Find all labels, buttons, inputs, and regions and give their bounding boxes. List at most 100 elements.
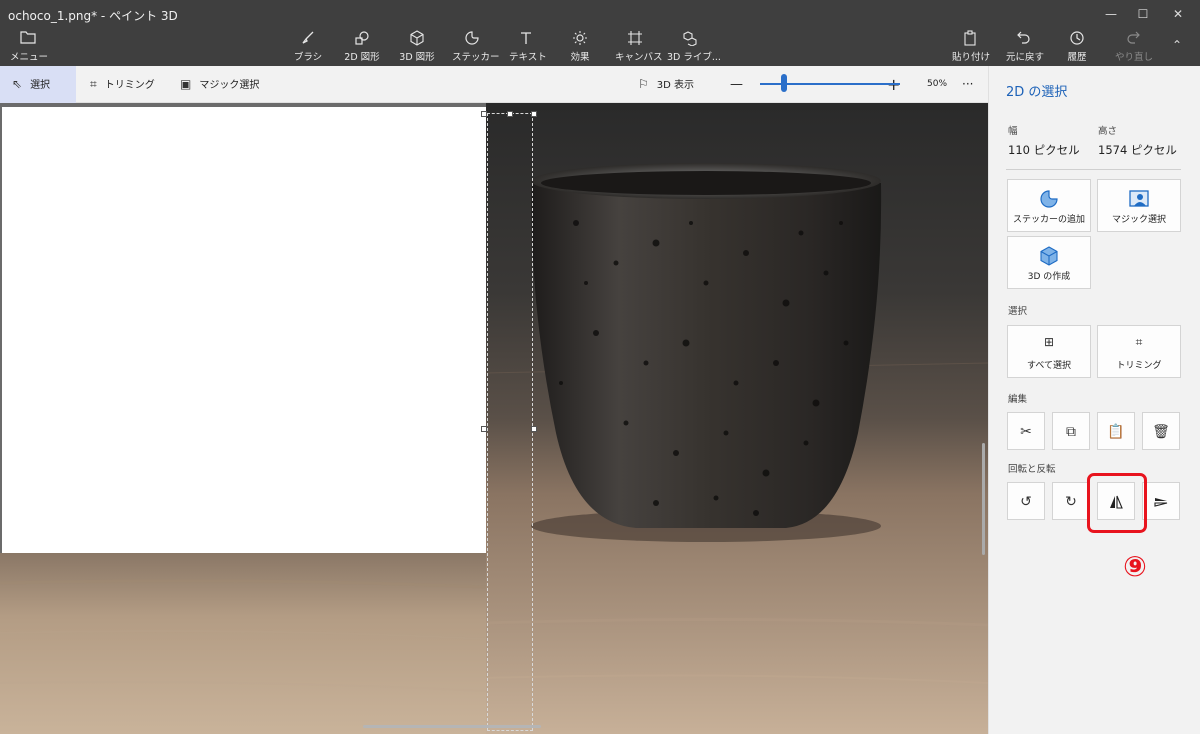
paste-icon [952, 30, 988, 48]
shapes-3d-label: 3D 図形 [399, 52, 435, 63]
redo-button[interactable]: やり直し [1115, 30, 1154, 64]
panel-title: 2D の選択 [1006, 85, 1068, 100]
redo-icon [1115, 30, 1151, 48]
effects-label: 効果 [570, 52, 590, 63]
scissors-icon: ✂ [1020, 424, 1032, 440]
properties-panel: 2D の選択 幅 110 ピクセル 高さ 1574 ピクセル ステッカーの追加 … [988, 66, 1200, 734]
window-title: ochoco_1.png* - ペイント 3D [8, 9, 178, 23]
minimize-button[interactable]: — [1096, 4, 1126, 24]
selection-handle-left[interactable] [481, 426, 487, 432]
magic-select-button[interactable]: マジック選択 [1097, 179, 1181, 232]
brush-tool[interactable]: ブラシ [293, 30, 323, 64]
zoom-out-button[interactable]: — [730, 66, 743, 103]
close-button[interactable]: ✕ [1163, 4, 1193, 24]
select-tool-button[interactable]: ⇖ 選択 [0, 66, 76, 103]
menu-button[interactable]: メニュー [10, 30, 48, 64]
table-surface-left [0, 553, 486, 734]
trash-icon: 🗑 [1152, 424, 1170, 440]
brush-icon [293, 30, 323, 48]
canvas-area[interactable] [0, 103, 988, 734]
select-label: 選択 [30, 80, 51, 91]
rotate-left-icon: ↺ [1020, 494, 1032, 510]
view-3d-label: 3D 表示 [656, 80, 695, 91]
selection-handle-right[interactable] [531, 426, 537, 432]
flip-vertical-button[interactable] [1142, 482, 1180, 520]
selection-rectangle[interactable] [487, 113, 533, 731]
magic-select-label: マジック選択 [199, 80, 260, 91]
crop-label: トリミング [104, 80, 155, 91]
magic-select-tool-button[interactable]: ▣ マジック選択 [180, 66, 259, 103]
selection-handle-top-left[interactable] [481, 111, 487, 117]
selection-handle-top-right[interactable] [531, 111, 537, 117]
make-3d-label: 3D の作成 [1027, 272, 1071, 282]
rotate-right-icon: ↻ [1065, 494, 1077, 510]
magic-select-label: マジック選択 [1111, 215, 1166, 225]
undo-button[interactable]: 元に戻す [1006, 30, 1045, 64]
shapes-2d-tool[interactable]: 2D 図形 [343, 30, 381, 64]
shapes-3d-tool[interactable]: 3D 図形 [398, 30, 436, 64]
shapes-2d-label: 2D 図形 [344, 52, 380, 63]
undo-label: 元に戻す [1006, 52, 1045, 63]
text-icon [509, 30, 543, 48]
paste-label: 貼り付け [952, 52, 991, 63]
zoom-slider-thumb[interactable] [780, 74, 787, 92]
height-value[interactable]: 1574 ピクセル [1098, 142, 1177, 158]
paste-button-panel[interactable]: 📋 [1097, 412, 1135, 450]
rotate-right-button[interactable]: ↻ [1052, 482, 1090, 520]
canvas-icon [615, 30, 655, 48]
height-label: 高さ [1098, 126, 1118, 137]
select-all-button[interactable]: ⊞ すべて選択 [1007, 325, 1091, 378]
copy-button[interactable]: ⧉ [1052, 412, 1090, 450]
crop-button-label: トリミング [1116, 361, 1162, 371]
history-icon [1062, 30, 1092, 48]
cup-photo [486, 103, 988, 734]
annotation-step-number: ⑨ [1123, 550, 1147, 583]
selection-handle-top[interactable] [507, 111, 513, 117]
copy-icon: ⧉ [1066, 424, 1076, 440]
canvas-tool[interactable]: キャンバス [615, 30, 663, 64]
width-label: 幅 [1008, 126, 1018, 137]
history-button[interactable]: 履歴 [1062, 30, 1092, 64]
undo-icon [1006, 30, 1042, 48]
canvas-label: キャンバス [615, 52, 663, 63]
width-value[interactable]: 110 ピクセル [1008, 142, 1080, 158]
cube-icon [1008, 246, 1090, 268]
library-3d-label: 3D ライブ... [667, 52, 721, 63]
text-tool[interactable]: テキスト [509, 30, 547, 64]
crop-button[interactable]: ⌗ トリミング [1097, 325, 1181, 378]
rotate-left-button[interactable]: ↺ [1007, 482, 1045, 520]
shapes-2d-icon [343, 30, 381, 48]
maximize-button[interactable]: ☐ [1128, 4, 1158, 24]
more-options-button[interactable]: ··· [962, 66, 973, 103]
paste-icon: 📋 [1107, 424, 1125, 440]
view-3d-toggle[interactable]: ⚐ 3D 表示 [638, 66, 694, 103]
cut-button[interactable]: ✂ [1007, 412, 1045, 450]
paste-button[interactable]: 貼り付け [952, 30, 991, 64]
add-sticker-button[interactable]: ステッカーの追加 [1007, 179, 1091, 232]
annotation-highlight-box [1087, 473, 1147, 533]
text-label: テキスト [509, 52, 547, 63]
redo-label: やり直し [1115, 52, 1154, 63]
library-3d-tool[interactable]: 3D ライブ... [667, 30, 721, 64]
select-all-icon: ⊞ [1043, 335, 1055, 349]
zoom-level: 50% [927, 79, 948, 89]
sticker-tool[interactable]: ステッカー [452, 30, 500, 64]
sticker-label: ステッカー [452, 52, 500, 63]
select-section-label: 選択 [1008, 306, 1028, 317]
edit-section-label: 編集 [1008, 394, 1028, 405]
folder-icon [10, 30, 46, 48]
rotate-section-label: 回転と反転 [1008, 464, 1056, 475]
horizontal-scrollbar[interactable] [363, 725, 541, 728]
sticker-icon [452, 30, 492, 48]
delete-button[interactable]: 🗑 [1142, 412, 1180, 450]
paint3d-window: ochoco_1.png* - ペイント 3D — ☐ ✕ メニュー ブラシ 2… [0, 0, 1200, 734]
make-3d-button[interactable]: 3D の作成 [1007, 236, 1091, 289]
crop-icon: ⌗ [1135, 335, 1143, 349]
crop-tool-button[interactable]: ⌗ トリミング [90, 66, 155, 103]
vertical-scrollbar[interactable] [982, 443, 985, 555]
select-all-label: すべて選択 [1026, 361, 1071, 371]
library-3d-icon [667, 30, 713, 48]
flag-icon: ⚐ [638, 77, 649, 91]
effects-tool[interactable]: 効果 [566, 30, 594, 64]
collapse-chevron-icon[interactable]: ⌃ [1172, 38, 1182, 52]
